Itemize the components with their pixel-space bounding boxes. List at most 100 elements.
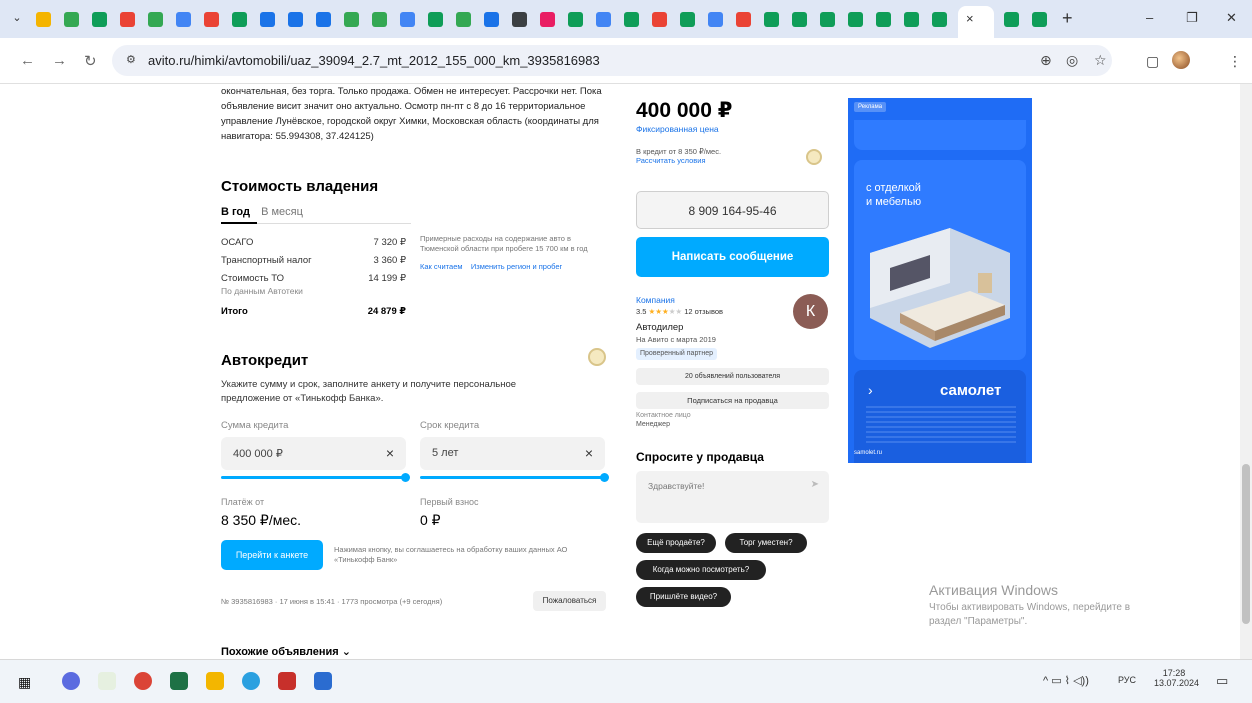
tab-favicon[interactable] bbox=[652, 12, 667, 27]
send-icon[interactable]: ➤ bbox=[811, 479, 819, 490]
site-info-icon[interactable]: ⚙ bbox=[126, 53, 136, 66]
tab-favicon[interactable] bbox=[568, 12, 583, 27]
tab-close-icon[interactable]: × bbox=[966, 11, 974, 26]
language-indicator[interactable]: РУС bbox=[1118, 675, 1136, 685]
tab-favicon[interactable] bbox=[708, 12, 723, 27]
similar-ads-link[interactable]: Похожие объявления ⌄ bbox=[221, 645, 351, 658]
app-icon[interactable] bbox=[98, 672, 116, 690]
url-text[interactable]: avito.ru/himki/avtomobili/uaz_39094_2.7_… bbox=[148, 53, 600, 68]
credit-sum-slider[interactable] bbox=[221, 473, 410, 482]
seller-type[interactable]: Компания bbox=[636, 295, 675, 305]
seller-ads-button[interactable]: 20 объявлений пользователя bbox=[636, 368, 829, 385]
tab-favicon[interactable] bbox=[120, 12, 135, 27]
slider-handle[interactable] bbox=[600, 473, 609, 482]
tab-search-icon[interactable]: ⌄ bbox=[8, 11, 26, 27]
app-icon[interactable] bbox=[314, 672, 332, 690]
clear-term-icon[interactable]: × bbox=[585, 445, 593, 461]
page-scrollbar[interactable] bbox=[1240, 84, 1252, 659]
chrome-icon[interactable] bbox=[134, 672, 152, 690]
close-window-button[interactable]: ✕ bbox=[1226, 10, 1237, 26]
restore-button[interactable]: ❐ bbox=[1186, 10, 1198, 26]
quick-question-chip[interactable]: Торг уместен? bbox=[725, 533, 807, 553]
tab-favicon[interactable] bbox=[848, 12, 863, 27]
credit-term-slider[interactable] bbox=[420, 473, 609, 482]
subscribe-button[interactable]: Подписаться на продавца bbox=[636, 392, 829, 409]
tab-favicon[interactable] bbox=[428, 12, 443, 27]
quick-question-chip[interactable]: Когда можно посмотреть? bbox=[636, 560, 766, 580]
quick-question-chip[interactable]: Пришлёте видео? bbox=[636, 587, 731, 607]
reviews-link[interactable]: 12 отзывов bbox=[684, 307, 723, 316]
tab-favicon[interactable] bbox=[540, 12, 555, 27]
write-message-button[interactable]: Написать сообщение bbox=[636, 237, 829, 277]
tab-favicon[interactable] bbox=[904, 12, 919, 27]
tab-favicon[interactable] bbox=[624, 12, 639, 27]
extensions-icon[interactable]: ▢ bbox=[1146, 53, 1159, 70]
credit-sum-input[interactable]: 400 000 ₽ × bbox=[221, 437, 406, 470]
new-tab-button[interactable]: + bbox=[1062, 8, 1073, 29]
tab-favicon[interactable] bbox=[484, 12, 499, 27]
tab-favicon[interactable] bbox=[288, 12, 303, 27]
notifications-icon[interactable]: ▭ bbox=[1216, 673, 1228, 689]
seller-name[interactable]: Автодилер bbox=[636, 322, 683, 333]
bookmark-star-icon[interactable]: ☆ bbox=[1094, 52, 1107, 69]
tab-favicon[interactable] bbox=[456, 12, 471, 27]
tab-favicon[interactable] bbox=[820, 12, 835, 27]
minimize-button[interactable]: – bbox=[1146, 10, 1153, 25]
change-region-link[interactable]: Изменить регион и пробег bbox=[471, 262, 562, 271]
tab-favicon[interactable] bbox=[316, 12, 331, 27]
quick-question-chip[interactable]: Ещё продаёте? bbox=[636, 533, 716, 553]
clear-sum-icon[interactable]: × bbox=[386, 445, 394, 461]
ad-banner[interactable]: Реклама с отделкой и мебелью › самолет s… bbox=[848, 98, 1032, 463]
tab-favicon[interactable] bbox=[372, 12, 387, 27]
tab-favicon[interactable] bbox=[876, 12, 891, 27]
forward-icon[interactable]: → bbox=[52, 52, 67, 69]
credit-term-input[interactable]: 5 лет × bbox=[420, 437, 605, 470]
tab-favicon[interactable] bbox=[680, 12, 695, 27]
tab-favicon[interactable] bbox=[176, 12, 191, 27]
tray-icons[interactable]: ^ ▭ ⌇ ◁)) bbox=[1043, 674, 1089, 687]
menu-icon[interactable]: ⋮ bbox=[1228, 53, 1242, 70]
tab-favicon[interactable] bbox=[92, 12, 107, 27]
show-phone-button[interactable]: 8 909 164-95-46 bbox=[636, 191, 829, 229]
active-tab[interactable] bbox=[958, 6, 994, 38]
go-to-form-button[interactable]: Перейти к анкете bbox=[221, 540, 323, 570]
telegram-icon[interactable] bbox=[242, 672, 260, 690]
tab-favicon[interactable] bbox=[400, 12, 415, 27]
seller-avatar[interactable]: К bbox=[793, 294, 828, 329]
tab-favicon[interactable] bbox=[36, 12, 51, 27]
back-icon[interactable]: ← bbox=[20, 52, 35, 69]
ask-seller-input[interactable]: Здравствуйте! ➤ bbox=[636, 471, 829, 523]
tab-favicon[interactable] bbox=[232, 12, 247, 27]
pdf-icon[interactable] bbox=[278, 672, 296, 690]
scrollbar-thumb[interactable] bbox=[1242, 464, 1250, 624]
tab-favicon[interactable] bbox=[344, 12, 359, 27]
tab-favicon[interactable] bbox=[932, 12, 947, 27]
report-button[interactable]: Пожаловаться bbox=[533, 591, 606, 611]
slider-handle[interactable] bbox=[401, 473, 410, 482]
reload-icon[interactable]: ↻ bbox=[84, 52, 97, 70]
tab-favicon[interactable] bbox=[792, 12, 807, 27]
tab-favicon[interactable] bbox=[764, 12, 779, 27]
credit-calc-link[interactable]: Рассчитать условия bbox=[636, 156, 706, 165]
viber-icon[interactable] bbox=[62, 672, 80, 690]
tab-month[interactable]: В месяц bbox=[261, 206, 303, 218]
tab-favicon[interactable] bbox=[204, 12, 219, 27]
tab-favicon[interactable] bbox=[260, 12, 275, 27]
address-bar[interactable]: ⚙ avito.ru/himki/avtomobili/uaz_39094_2.… bbox=[112, 45, 1112, 76]
excel-icon[interactable] bbox=[170, 672, 188, 690]
tab-favicon[interactable] bbox=[736, 12, 751, 27]
file-explorer-icon[interactable] bbox=[206, 672, 224, 690]
ad-arrow-icon[interactable]: › bbox=[868, 382, 873, 398]
how-calc-link[interactable]: Как считаем bbox=[420, 262, 463, 271]
tab-year[interactable]: В год bbox=[221, 206, 250, 218]
tab-favicon[interactable] bbox=[512, 12, 527, 27]
start-icon[interactable]: ▦ bbox=[18, 674, 31, 691]
tab-favicon[interactable] bbox=[1032, 12, 1047, 27]
tab-favicon[interactable] bbox=[1004, 12, 1019, 27]
clock[interactable]: 17:28 13.07.2024 bbox=[1154, 668, 1199, 688]
tab-favicon[interactable] bbox=[148, 12, 163, 27]
tab-favicon[interactable] bbox=[596, 12, 611, 27]
tab-favicon[interactable] bbox=[64, 12, 79, 27]
zoom-icon[interactable]: ⊕ bbox=[1040, 52, 1052, 69]
profile-avatar[interactable] bbox=[1172, 51, 1190, 69]
